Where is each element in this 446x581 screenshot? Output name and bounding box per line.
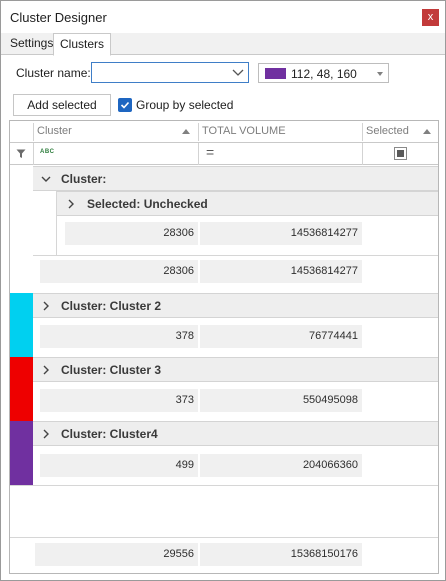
group-label: Cluster: [61,172,107,186]
color-picker[interactable]: 112, 48, 160 [258,63,389,83]
color-value: 112, 48, 160 [291,67,357,81]
footer-count-cell: 29556 [35,543,198,566]
column-label-total-volume: TOTAL VOLUME [202,125,286,137]
title-bar: Cluster Designer x [1,1,445,33]
group-volume-cell: 550495098 [200,389,362,412]
indeterminate-mark-icon [397,150,404,157]
sort-ascending-icon [182,129,190,134]
chevron-down-icon[interactable] [40,173,52,185]
group-row-cluster4[interactable]: Cluster: Cluster4 [33,421,438,446]
filter-separator [33,143,34,165]
group-volume-cell: 204066360 [200,454,362,477]
group-count-cell: 378 [40,325,198,348]
subgroup-label: Selected: Unchecked [87,197,208,211]
cluster-color-bar [10,357,33,421]
row-divider [10,485,438,486]
subgroup-volume-cell: 14536814277 [200,222,362,245]
sort-ascending-icon [423,129,431,134]
group-by-selected-checkbox[interactable] [118,98,132,112]
filter-icon[interactable] [16,149,26,159]
chevron-right-icon[interactable] [40,428,52,440]
text-filter-icon[interactable]: ABC [40,149,55,155]
footer-divider [10,537,438,538]
cluster-name-label: Cluster name: [16,66,91,80]
column-header-cluster[interactable]: Cluster [34,121,198,143]
group-volume-cell: 14536814277 [200,260,362,283]
group-label: Cluster: Cluster 2 [61,299,162,313]
group-count-cell: 373 [40,389,198,412]
dropdown-arrow-icon[interactable] [377,72,383,76]
chevron-right-icon[interactable] [40,364,52,376]
chevron-down-icon[interactable] [232,65,244,79]
color-swatch [265,68,286,79]
add-selected-button[interactable]: Add selected [13,94,111,116]
number-filter-icon[interactable]: = [206,144,214,160]
group-label: Cluster: Cluster 3 [61,363,162,377]
subgroup-row-selected-unchecked[interactable]: Selected: Unchecked [57,191,438,216]
close-button[interactable]: x [422,9,439,26]
group-row-cluster-2[interactable]: Cluster: Cluster 2 [33,293,438,318]
chevron-right-icon[interactable] [40,300,52,312]
tab-settings[interactable]: Settings [4,33,59,55]
cluster-grid: Cluster TOTAL VOLUME Selected ABC = Clus… [9,120,439,574]
filter-separator [198,143,199,165]
grid-header: Cluster TOTAL VOLUME Selected [10,121,438,143]
selected-filter-checkbox[interactable] [394,147,407,160]
column-label-selected: Selected [366,125,409,137]
checkmark-icon [120,101,130,109]
tab-strip: Settings Clusters [1,33,445,56]
group-count-cell: 499 [40,454,198,477]
tab-clusters[interactable]: Clusters [53,33,112,56]
subgroup-count-cell: 28306 [65,222,198,245]
group-row-cluster-blank[interactable]: Cluster: [33,166,438,191]
column-label-cluster: Cluster [37,125,72,137]
filter-separator [362,143,363,165]
filter-row: ABC = [10,143,438,165]
group-volume-cell: 76774441 [200,325,362,348]
cluster-designer-window: Cluster Designer x Settings Clusters Clu… [0,0,446,581]
window-title: Cluster Designer [10,10,107,25]
group-label: Cluster: Cluster4 [61,427,158,441]
cluster-name-combobox[interactable] [91,62,249,83]
group-by-selected-label: Group by selected [136,98,234,112]
row-divider [33,255,438,256]
group-row-cluster-3[interactable]: Cluster: Cluster 3 [33,357,438,382]
column-header-total-volume[interactable]: TOTAL VOLUME [199,121,362,143]
cluster-color-bar [10,293,33,357]
footer-volume-cell: 15368150176 [200,543,362,566]
group-count-cell: 28306 [40,260,198,283]
cluster-color-bar [10,421,33,485]
chevron-right-icon[interactable] [65,198,77,210]
